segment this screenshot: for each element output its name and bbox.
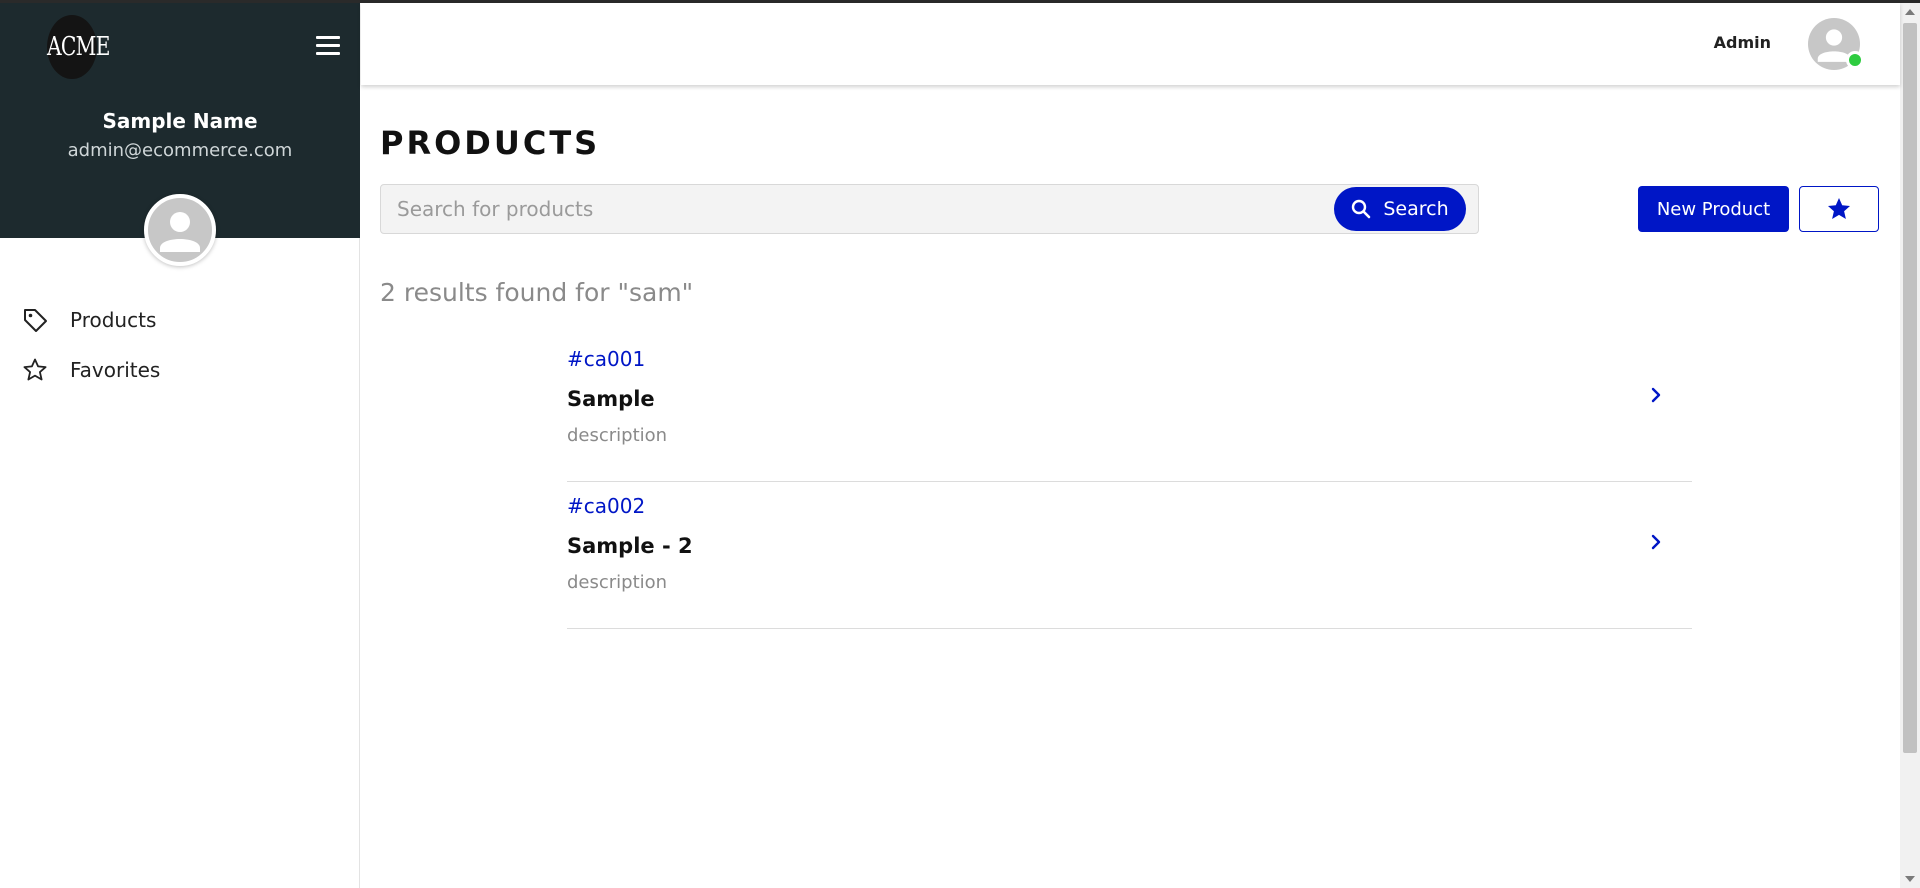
sidebar-item-label: Favorites <box>70 358 161 382</box>
product-description: description <box>567 425 668 446</box>
sidebar-item-favorites[interactable]: Favorites <box>0 345 360 395</box>
product-name: Sample - 2 <box>567 534 693 558</box>
star-outline-icon <box>23 358 47 381</box>
acme-logo[interactable]: ACME <box>47 15 110 79</box>
product-code: #ca002 <box>567 494 646 518</box>
product-name: Sample <box>567 387 655 411</box>
sidebar: ACME Sample Name admin@ecommerce.com Pro… <box>0 3 360 888</box>
product-list-item[interactable]: #ca002 Sample - 2 description <box>567 482 1692 629</box>
sidebar-nav: Products Favorites <box>0 295 360 395</box>
search-bar: Search <box>380 184 1479 234</box>
star-icon <box>1828 198 1850 219</box>
results-count: 2 results found for "sam" <box>380 278 694 307</box>
sidebar-avatar <box>144 194 216 266</box>
online-status-indicator <box>1846 51 1864 69</box>
sidebar-item-products[interactable]: Products <box>0 295 360 345</box>
scroll-up-arrow-icon[interactable] <box>1905 9 1915 15</box>
scroll-down-arrow-icon[interactable] <box>1905 876 1915 882</box>
sidebar-user-name: Sample Name <box>102 109 258 133</box>
chevron-right-icon[interactable] <box>1646 532 1666 552</box>
top-header: Admin <box>361 3 1900 85</box>
page-title: PRODUCTS <box>380 124 601 162</box>
scrollbar-thumb[interactable] <box>1903 23 1917 753</box>
sidebar-user-email: admin@ecommerce.com <box>67 140 293 161</box>
sidebar-item-label: Products <box>70 308 157 332</box>
favorites-filter-button[interactable] <box>1799 186 1879 232</box>
search-button-label: Search <box>1383 198 1449 220</box>
tag-icon <box>24 309 47 332</box>
product-code: #ca001 <box>567 347 646 371</box>
search-input[interactable] <box>397 185 1297 233</box>
product-list-item[interactable]: #ca001 Sample description <box>567 335 1692 482</box>
hamburger-menu-icon[interactable] <box>312 33 344 59</box>
search-button[interactable]: Search <box>1334 187 1466 231</box>
product-description: description <box>567 572 668 593</box>
new-product-button[interactable]: New Product <box>1638 186 1789 232</box>
header-user-label: Admin <box>1713 33 1771 52</box>
chevron-right-icon[interactable] <box>1646 385 1666 405</box>
person-icon <box>160 212 200 252</box>
search-icon <box>1352 199 1371 219</box>
vertical-scrollbar[interactable] <box>1900 3 1920 888</box>
